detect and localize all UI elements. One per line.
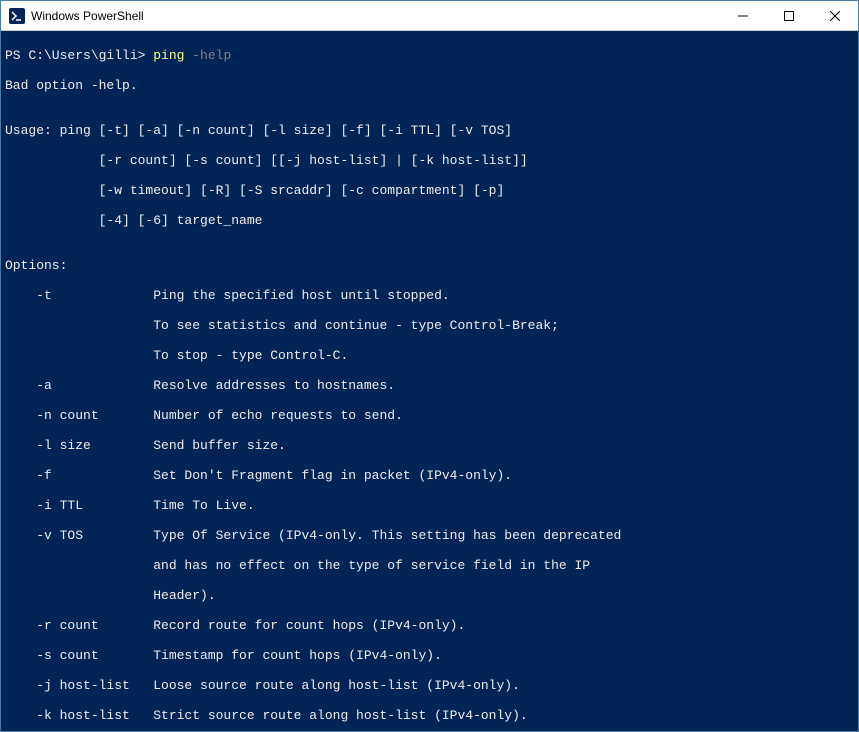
window-title: Windows PowerShell bbox=[31, 9, 720, 23]
prompt-line: PS C:\Users\gilli> ping -help bbox=[5, 48, 854, 63]
output-line: [-r count] [-s count] [[-j host-list] | … bbox=[5, 153, 854, 168]
output-line: [-w timeout] [-R] [-S srcaddr] [-c compa… bbox=[5, 183, 854, 198]
minimize-button[interactable] bbox=[720, 1, 766, 30]
output-line: -n count Number of echo requests to send… bbox=[5, 408, 854, 423]
output-line: -t Ping the specified host until stopped… bbox=[5, 288, 854, 303]
command: ping bbox=[153, 48, 184, 63]
window-controls bbox=[720, 1, 858, 30]
output-line: -l size Send buffer size. bbox=[5, 438, 854, 453]
output-line: Bad option -help. bbox=[5, 78, 854, 93]
output-line: -k host-list Strict source route along h… bbox=[5, 708, 854, 723]
output-line: -f Set Don't Fragment flag in packet (IP… bbox=[5, 468, 854, 483]
maximize-button[interactable] bbox=[766, 1, 812, 30]
output-line: -v TOS Type Of Service (IPv4-only. This … bbox=[5, 528, 854, 543]
output-line: -i TTL Time To Live. bbox=[5, 498, 854, 513]
powershell-icon bbox=[9, 8, 25, 24]
output-line: and has no effect on the type of service… bbox=[5, 558, 854, 573]
output-line: [-4] [-6] target_name bbox=[5, 213, 854, 228]
output-line: -s count Timestamp for count hops (IPv4-… bbox=[5, 648, 854, 663]
output-line: To stop - type Control-C. bbox=[5, 348, 854, 363]
output-line: -r count Record route for count hops (IP… bbox=[5, 618, 854, 633]
prompt: PS C:\Users\gilli> bbox=[5, 48, 153, 63]
output-line: Header). bbox=[5, 588, 854, 603]
output-line: -j host-list Loose source route along ho… bbox=[5, 678, 854, 693]
close-button[interactable] bbox=[812, 1, 858, 30]
output-line: -a Resolve addresses to hostnames. bbox=[5, 378, 854, 393]
output-line: Usage: ping [-t] [-a] [-n count] [-l siz… bbox=[5, 123, 854, 138]
command-arg: -help bbox=[184, 48, 231, 63]
output-line: Options: bbox=[5, 258, 854, 273]
terminal-output[interactable]: PS C:\Users\gilli> ping -help Bad option… bbox=[1, 31, 858, 731]
titlebar[interactable]: Windows PowerShell bbox=[1, 1, 858, 31]
output-line: To see statistics and continue - type Co… bbox=[5, 318, 854, 333]
